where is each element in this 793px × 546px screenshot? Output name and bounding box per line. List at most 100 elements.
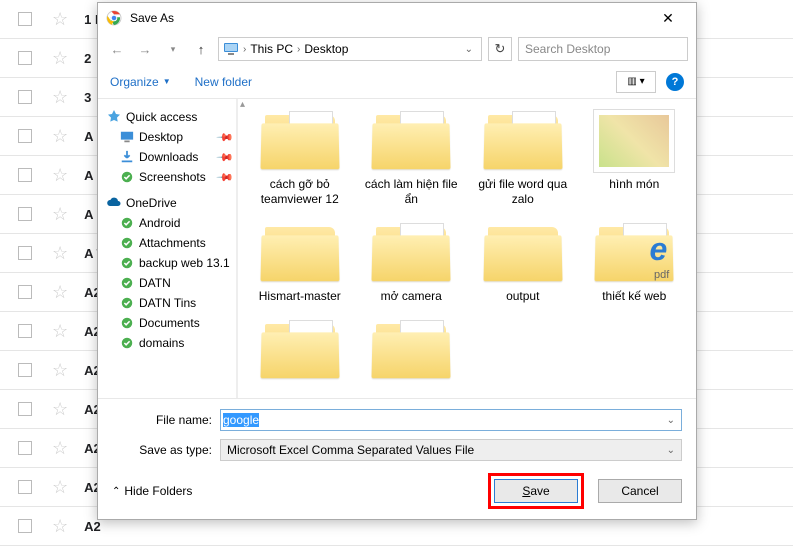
new-folder-button[interactable]: New folder	[195, 75, 252, 89]
tree-quick-access[interactable]: Quick access	[106, 107, 232, 127]
checkbox[interactable]	[18, 285, 32, 299]
help-button[interactable]: ?	[666, 73, 684, 91]
folder-item[interactable]: mở camera	[360, 221, 464, 304]
star-icon[interactable]: ☆	[52, 204, 68, 225]
folder-item[interactable]: cách gỡ bỏ teamviewer 12	[248, 109, 352, 207]
star-icon[interactable]: ☆	[52, 399, 68, 420]
checkbox[interactable]	[18, 519, 32, 533]
folder-icon	[593, 109, 675, 173]
folder-icon	[482, 221, 564, 285]
star-icon[interactable]: ☆	[52, 477, 68, 498]
checkbox[interactable]	[18, 90, 32, 104]
tree-item[interactable]: Desktop📌	[106, 127, 232, 147]
checkbox[interactable]	[18, 363, 32, 377]
star-icon[interactable]: ☆	[52, 282, 68, 303]
star-icon[interactable]: ☆	[52, 9, 68, 30]
hide-folders-toggle[interactable]: ⌃ Hide Folders	[112, 484, 192, 498]
toolbar: Organize ▼ New folder ▥ ▾ ?	[98, 65, 696, 99]
dialog-title: Save As	[130, 11, 648, 25]
up-button[interactable]: ↑	[190, 38, 212, 60]
sync-icon	[120, 316, 134, 330]
breadcrumb[interactable]: › This PC › Desktop ⌄	[218, 37, 482, 61]
save-label: ave	[530, 484, 549, 498]
tree-item[interactable]: DATN	[106, 273, 232, 293]
tree-item[interactable]: Android	[106, 213, 232, 233]
cloud-icon	[106, 195, 122, 211]
checkbox[interactable]	[18, 12, 32, 26]
tree-item[interactable]: Downloads📌	[106, 147, 232, 167]
folder-name: thiết kế web	[602, 289, 666, 304]
sync-icon	[120, 216, 134, 230]
view-options[interactable]: ▥ ▾	[616, 71, 656, 93]
tree-onedrive[interactable]: OneDrive	[106, 193, 232, 213]
save-button[interactable]: Save	[494, 479, 578, 503]
save-button-highlight: Save	[488, 473, 584, 509]
checkbox[interactable]	[18, 246, 32, 260]
folder-item[interactable]: cách làm hiện file ẩn	[360, 109, 464, 207]
folder-icon	[120, 150, 134, 164]
file-name-field[interactable]	[223, 413, 663, 427]
folder-item[interactable]: hình món	[583, 109, 687, 207]
star-icon[interactable]: ☆	[52, 321, 68, 342]
row-label: A2	[84, 519, 101, 534]
save-as-dialog: Save As ✕ ← → ▾ ↑ › This PC › Desktop ⌄ …	[97, 2, 697, 520]
checkbox[interactable]	[18, 480, 32, 494]
bottom-panel: File name: ⌄ Save as type: Microsoft Exc…	[98, 398, 696, 519]
tree-item[interactable]: domains	[106, 333, 232, 353]
star-icon[interactable]: ☆	[52, 165, 68, 186]
star-icon[interactable]: ☆	[52, 516, 68, 537]
checkbox[interactable]	[18, 324, 32, 338]
star-icon[interactable]: ☆	[52, 360, 68, 381]
checkbox[interactable]	[18, 441, 32, 455]
star-icon[interactable]: ☆	[52, 126, 68, 147]
pin-icon: 📌	[216, 148, 235, 167]
tree-item[interactable]: Screenshots📌	[106, 167, 232, 187]
folder-content: cách gỡ bỏ teamviewer 12 cách làm hiện fi…	[238, 99, 696, 398]
folder-item[interactable]: pdfthiết kế web	[583, 221, 687, 304]
folder-name: cách gỡ bỏ teamviewer 12	[250, 177, 350, 207]
tree-item[interactable]: Attachments	[106, 233, 232, 253]
folder-item[interactable]: Hismart-master	[248, 221, 352, 304]
refresh-button[interactable]: ↻	[488, 37, 512, 61]
folder-item[interactable]	[248, 318, 352, 386]
sync-icon	[120, 236, 134, 250]
search-input[interactable]: Search Desktop	[518, 37, 688, 61]
organize-menu[interactable]: Organize	[110, 75, 159, 89]
star-icon[interactable]: ☆	[52, 243, 68, 264]
folder-item[interactable]: output	[471, 221, 575, 304]
close-button[interactable]: ✕	[648, 10, 688, 27]
save-as-type-select[interactable]: Microsoft Excel Comma Separated Values F…	[220, 439, 682, 461]
star-icon[interactable]: ☆	[52, 87, 68, 108]
folder-icon	[370, 221, 452, 285]
star-icon[interactable]: ☆	[52, 48, 68, 69]
checkbox[interactable]	[18, 402, 32, 416]
checkbox[interactable]	[18, 207, 32, 221]
back-button[interactable]: ←	[106, 38, 128, 60]
folder-name: output	[506, 289, 539, 304]
cancel-button[interactable]: Cancel	[598, 479, 682, 503]
file-name-dropdown[interactable]: ⌄	[663, 415, 679, 426]
folder-item[interactable]	[360, 318, 464, 386]
sync-icon	[120, 256, 134, 270]
checkbox[interactable]	[18, 168, 32, 182]
folder-item[interactable]: gửi file word qua zalo	[471, 109, 575, 207]
tree-item[interactable]: backup web 13.1	[106, 253, 232, 273]
tree-item[interactable]: DATN Tins	[106, 293, 232, 313]
organize-dropdown-icon[interactable]: ▼	[163, 77, 171, 86]
checkbox[interactable]	[18, 129, 32, 143]
breadcrumb-folder[interactable]: Desktop	[304, 42, 348, 56]
breadcrumb-dropdown[interactable]: ⌄	[461, 44, 477, 55]
checkbox[interactable]	[18, 51, 32, 65]
save-as-type-label: Save as type:	[112, 443, 212, 457]
row-label: 3	[84, 90, 91, 105]
star-icon	[106, 109, 122, 125]
tree-splitter[interactable]: ▴	[236, 99, 238, 398]
search-placeholder: Search Desktop	[525, 42, 610, 56]
recent-dropdown[interactable]: ▾	[162, 38, 184, 60]
star-icon[interactable]: ☆	[52, 438, 68, 459]
chrome-icon	[106, 10, 122, 26]
file-name-input[interactable]: ⌄	[220, 409, 682, 431]
tree-item[interactable]: Documents	[106, 313, 232, 333]
forward-button: →	[134, 38, 156, 60]
breadcrumb-root[interactable]: This PC	[250, 42, 293, 56]
